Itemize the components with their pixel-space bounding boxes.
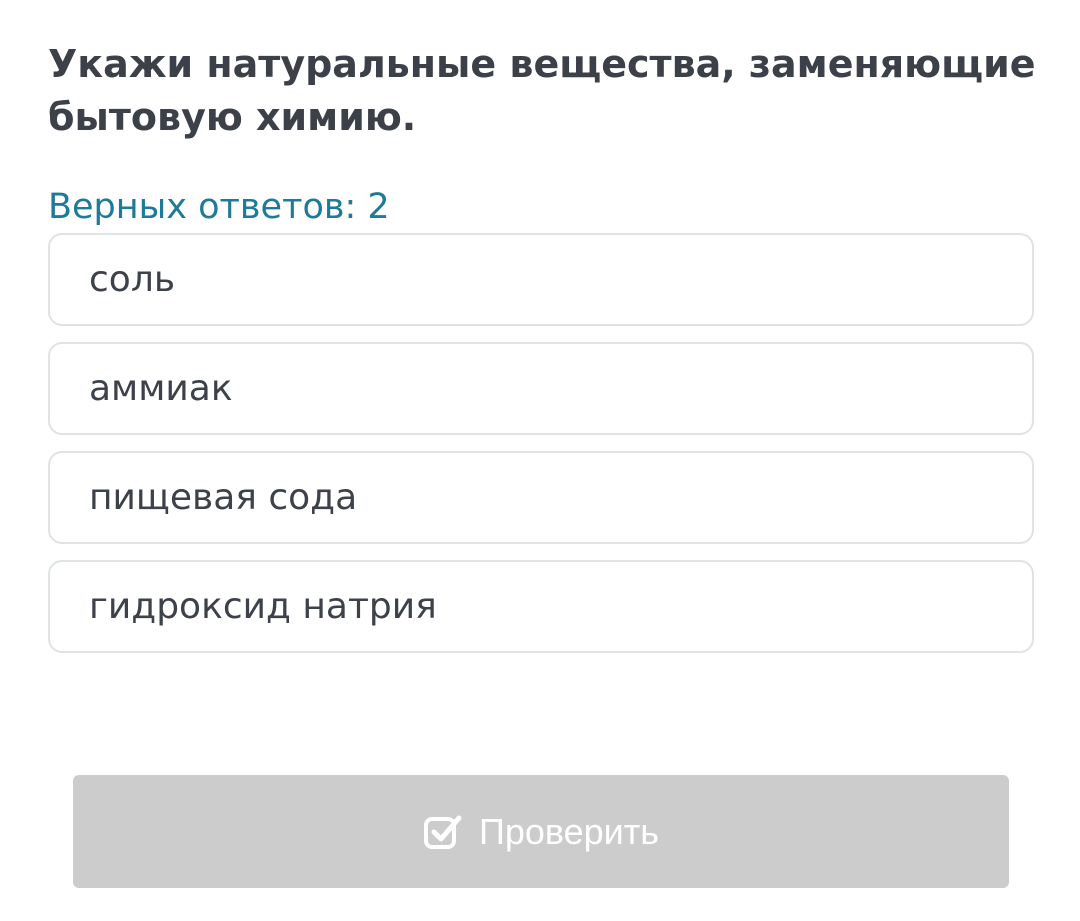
- answer-option[interactable]: аммиак: [48, 342, 1034, 435]
- answer-option[interactable]: пищевая сода: [48, 451, 1034, 544]
- check-button-label: Проверить: [478, 810, 660, 852]
- check-button[interactable]: Проверить: [73, 775, 1009, 888]
- correct-answers-hint: Верных ответов: 2: [48, 187, 390, 227]
- answer-option-label: гидроксид натрия: [89, 585, 437, 627]
- answer-option-label: аммиак: [89, 367, 233, 409]
- answer-option-label: пищевая сода: [89, 476, 358, 518]
- checkbox-check-icon: [423, 812, 463, 852]
- answer-option[interactable]: соль: [48, 233, 1034, 326]
- question-title: Укажи натуральные вещества, заменяющие б…: [48, 42, 1036, 139]
- answer-option-label: соль: [89, 258, 176, 300]
- answer-option[interactable]: гидроксид натрия: [48, 560, 1034, 653]
- answer-options-list: соль аммиак пищевая сода гидроксид натри…: [48, 233, 1034, 669]
